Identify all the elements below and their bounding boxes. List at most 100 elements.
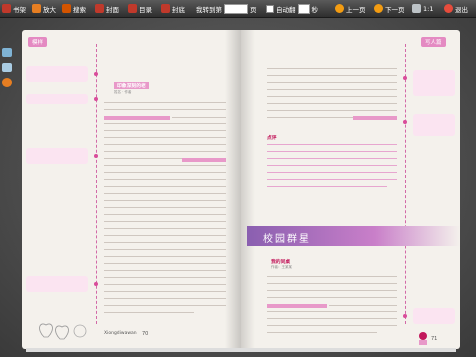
text-line [267, 165, 397, 166]
next-page-button[interactable]: 下一页 [374, 2, 405, 15]
left-page[interactable]: 模样 印象深刻的老 姓名 · 作者 Xiongdiwawan 70 [22, 30, 241, 349]
reader-toolbar: 书架 放大 搜索 封面 目录 封底 我转到第 页 自动翻 秒 上一页 下一页 1… [0, 0, 476, 18]
text-line [267, 96, 397, 97]
note-dot [403, 314, 407, 318]
text-line [104, 207, 226, 208]
actual-size-button[interactable]: 1:1 [412, 2, 433, 15]
text-line [104, 256, 226, 257]
back-cover-label: 封底 [172, 5, 185, 14]
text-line [267, 297, 397, 298]
bookshelf-label: 书架 [13, 5, 26, 14]
text-line [104, 284, 226, 285]
text-line [104, 172, 226, 173]
footer-text: Xiongdiwawan [104, 331, 137, 336]
text-line [267, 75, 397, 76]
text-line [104, 221, 226, 222]
text-line [104, 137, 226, 138]
cover-button[interactable]: 封面 [95, 2, 119, 15]
text-line [267, 103, 397, 104]
margin-note [26, 276, 88, 292]
page-number-input[interactable] [224, 3, 248, 14]
text-line [104, 165, 226, 166]
right-header-tag: 写人篇 [421, 37, 446, 47]
bookshelf-button[interactable]: 书架 [2, 2, 26, 15]
ratio-label: 1:1 [423, 4, 434, 13]
zoom-in-label: 放大 [43, 5, 56, 14]
left-section-subtitle: 姓名 · 作者 [114, 90, 132, 94]
seconds-label: 秒 [311, 5, 319, 14]
autoflip-seconds-input[interactable] [297, 3, 310, 14]
info-icon[interactable] [2, 78, 12, 87]
margin-note [413, 114, 455, 136]
right-arrow-icon [374, 4, 383, 13]
autoflip-checkbox[interactable] [266, 4, 274, 13]
text-line [104, 123, 226, 124]
bookshelf-icon [2, 4, 11, 13]
text-line [267, 332, 377, 333]
text-line [104, 186, 226, 187]
text-line [329, 305, 397, 306]
text-line [267, 144, 397, 145]
next-label: 下一页 [385, 5, 405, 14]
right-section-title: 我的同桌 [271, 260, 291, 265]
text-line [104, 277, 226, 278]
note-dot [94, 97, 98, 101]
toc-button[interactable]: 目录 [128, 2, 152, 15]
text-line [104, 200, 226, 201]
right-section-subtitle: 作者：王某某 [271, 265, 292, 269]
text-line [104, 263, 226, 264]
note-dot [94, 154, 98, 158]
note-dot [403, 76, 407, 80]
text-line [104, 144, 226, 145]
text-line [104, 214, 226, 215]
text-line [267, 179, 397, 180]
text-line [104, 298, 226, 299]
text-line [104, 249, 226, 250]
page-unit-label: 页 [250, 5, 257, 14]
exit-icon [444, 4, 453, 13]
page-stack [26, 348, 456, 352]
note-dot [94, 282, 98, 286]
text-line [104, 305, 226, 306]
highlighted-line [353, 116, 397, 120]
text-line [104, 312, 194, 313]
search-label: 搜索 [73, 5, 86, 14]
annotate-icon[interactable] [2, 63, 12, 72]
note-dot [94, 72, 98, 76]
highlighted-line [267, 304, 327, 308]
text-line [267, 318, 397, 319]
right-mid-title: 点评 [267, 136, 277, 141]
text-line [104, 130, 226, 131]
left-header-tag: 模样 [28, 37, 48, 47]
text-line [267, 311, 397, 312]
zoom-in-button[interactable]: 放大 [32, 2, 56, 15]
open-book: 模样 印象深刻的老 姓名 · 作者 Xiongdiwawan 70 写人篇 点评… [22, 30, 460, 352]
right-page[interactable]: 写人篇 点评 我的同桌 作者：王某某 71 [241, 30, 460, 349]
highlighted-line [182, 158, 226, 162]
prev-page-button[interactable]: 上一页 [335, 2, 366, 15]
text-line [267, 82, 397, 83]
bookmark-icon[interactable] [2, 48, 12, 57]
plus-icon [32, 4, 41, 13]
cover-icon [95, 4, 104, 13]
section-banner: 校园群星 [247, 226, 460, 246]
search-button[interactable]: 搜索 [62, 2, 86, 15]
hearts-decoration [39, 323, 87, 340]
back-cover-button[interactable]: 封底 [161, 2, 185, 15]
margin-note [26, 66, 88, 82]
autoflip-control: 自动翻 秒 [266, 2, 318, 15]
text-line [104, 242, 226, 243]
page-jump: 我转到第 页 [196, 2, 257, 15]
back-cover-icon [161, 4, 170, 13]
left-page-number: 70 [142, 331, 149, 337]
left-section-title: 印象深刻的老 [114, 82, 149, 89]
text-line [267, 158, 397, 159]
text-line [104, 270, 226, 271]
text-line [267, 325, 397, 326]
exit-button[interactable]: 退出 [444, 2, 468, 15]
side-tools [2, 48, 14, 93]
search-icon [62, 4, 71, 13]
text-line [267, 110, 397, 111]
banner-title: 校园群星 [263, 234, 311, 245]
text-line [267, 151, 397, 152]
